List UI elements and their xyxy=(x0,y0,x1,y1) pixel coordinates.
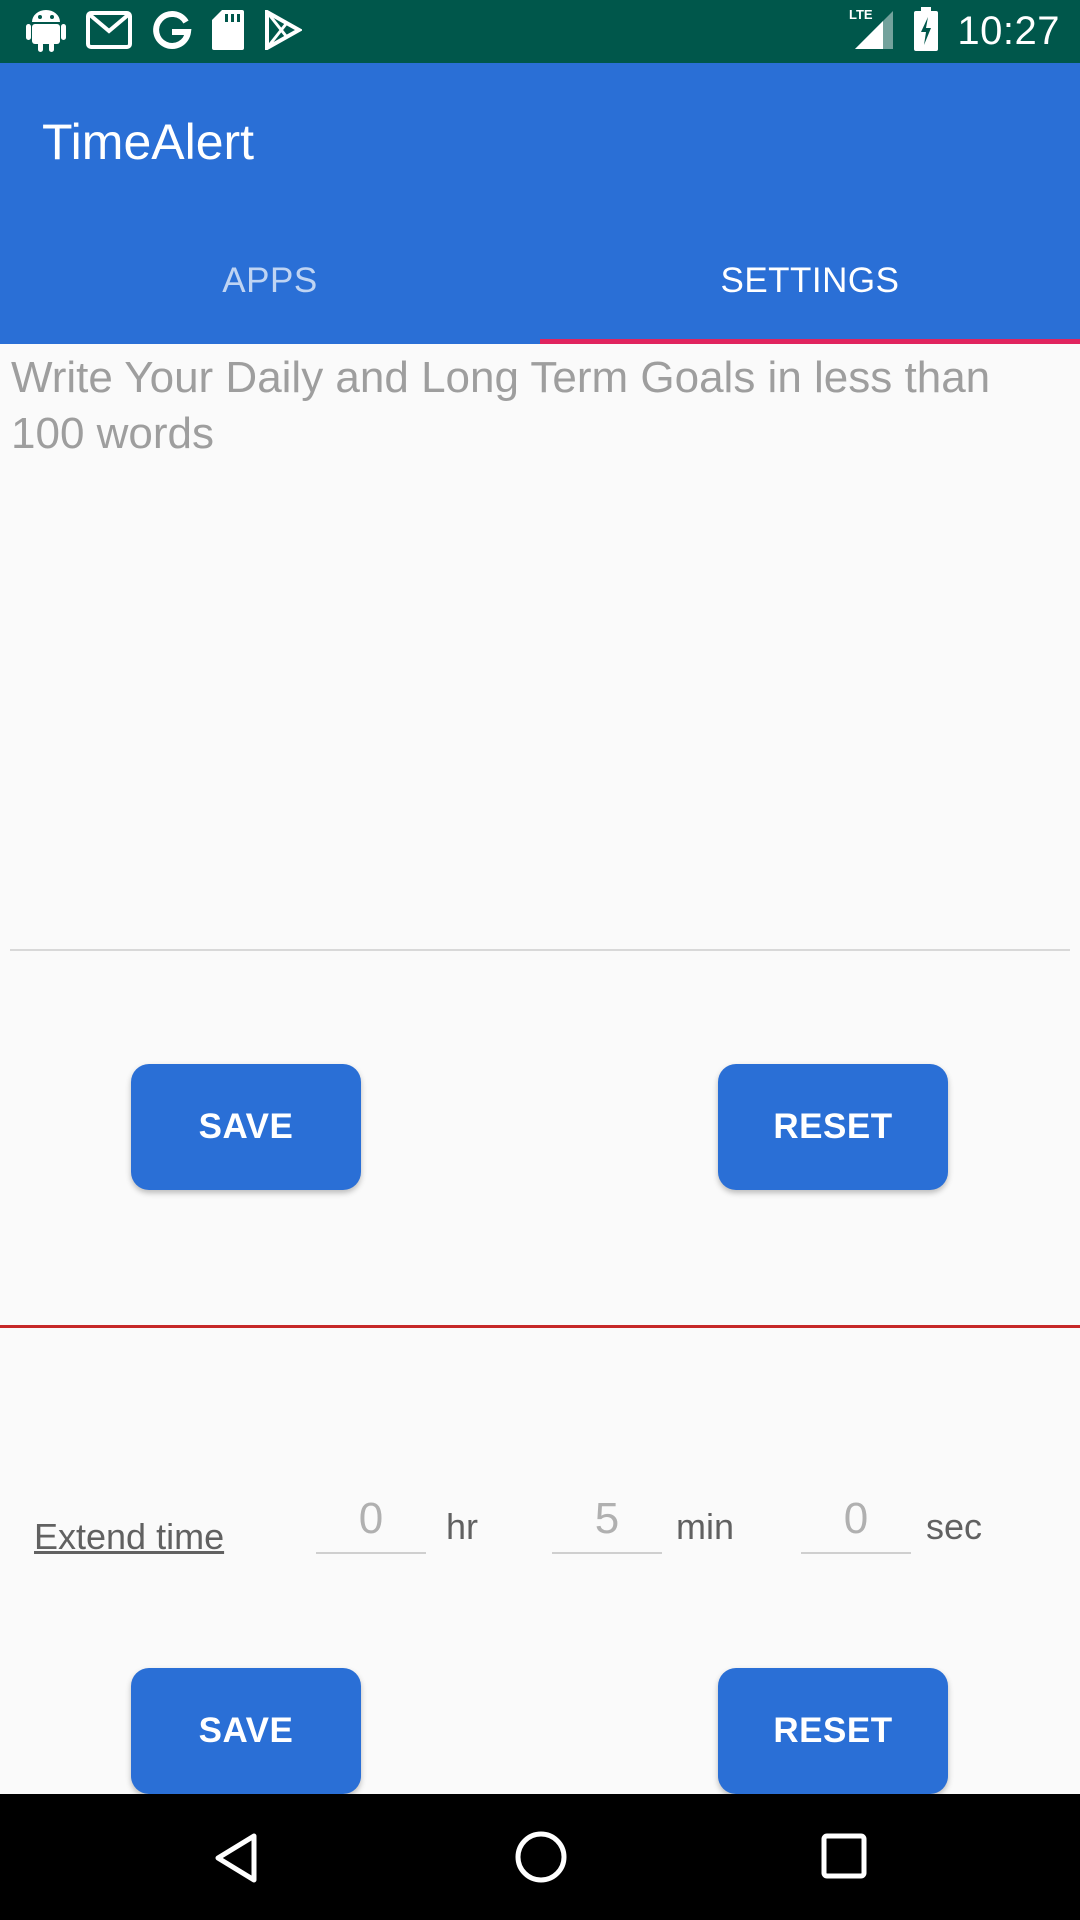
notification-icons xyxy=(26,8,304,57)
reset-extend-button[interactable]: RESET xyxy=(718,1668,948,1794)
battery-charging-icon xyxy=(913,6,939,56)
status-bar: LTE 10:27 xyxy=(0,0,1080,63)
hours-input[interactable]: 0 xyxy=(316,1496,426,1554)
system-icons: LTE 10:27 xyxy=(847,6,1060,56)
tab-settings-label: SETTINGS xyxy=(720,261,900,300)
signal-icon: LTE xyxy=(847,7,895,56)
home-icon[interactable] xyxy=(514,1830,568,1889)
back-icon[interactable] xyxy=(212,1832,260,1889)
minutes-input[interactable]: 5 xyxy=(552,1496,662,1554)
tab-bar: APPS SETTINGS xyxy=(0,218,1080,344)
navigation-bar xyxy=(0,1794,1080,1920)
save-extend-button[interactable]: SAVE xyxy=(131,1668,361,1794)
reset-goals-button[interactable]: RESET xyxy=(718,1064,948,1190)
save-goals-button[interactable]: SAVE xyxy=(131,1064,361,1190)
hours-unit: hr xyxy=(446,1506,479,1547)
app-title: TimeAlert xyxy=(42,114,255,170)
network-label: LTE xyxy=(849,7,873,22)
tab-indicator xyxy=(540,339,1080,344)
android-icon xyxy=(26,8,66,57)
section-divider xyxy=(0,1325,1080,1328)
seconds-input[interactable]: 0 xyxy=(801,1496,911,1554)
tab-apps-label: APPS xyxy=(222,261,318,300)
tab-apps[interactable]: APPS xyxy=(0,218,540,344)
gmail-icon xyxy=(86,10,132,54)
app-bar: TimeAlert APPS SETTINGS xyxy=(0,63,1080,344)
clock: 10:27 xyxy=(957,8,1060,53)
play-store-icon xyxy=(264,8,304,55)
tab-settings[interactable]: SETTINGS xyxy=(540,218,1080,344)
extend-time-label[interactable]: Extend time xyxy=(34,1516,224,1558)
google-icon xyxy=(152,10,192,55)
seconds-unit: sec xyxy=(926,1506,983,1547)
minutes-unit: min xyxy=(676,1506,735,1547)
recents-icon[interactable] xyxy=(821,1833,867,1884)
goals-input[interactable]: Write Your Daily and Long Term Goals in … xyxy=(10,346,1070,951)
sd-card-icon xyxy=(212,9,244,55)
goals-placeholder: Write Your Daily and Long Term Goals in … xyxy=(11,353,991,458)
